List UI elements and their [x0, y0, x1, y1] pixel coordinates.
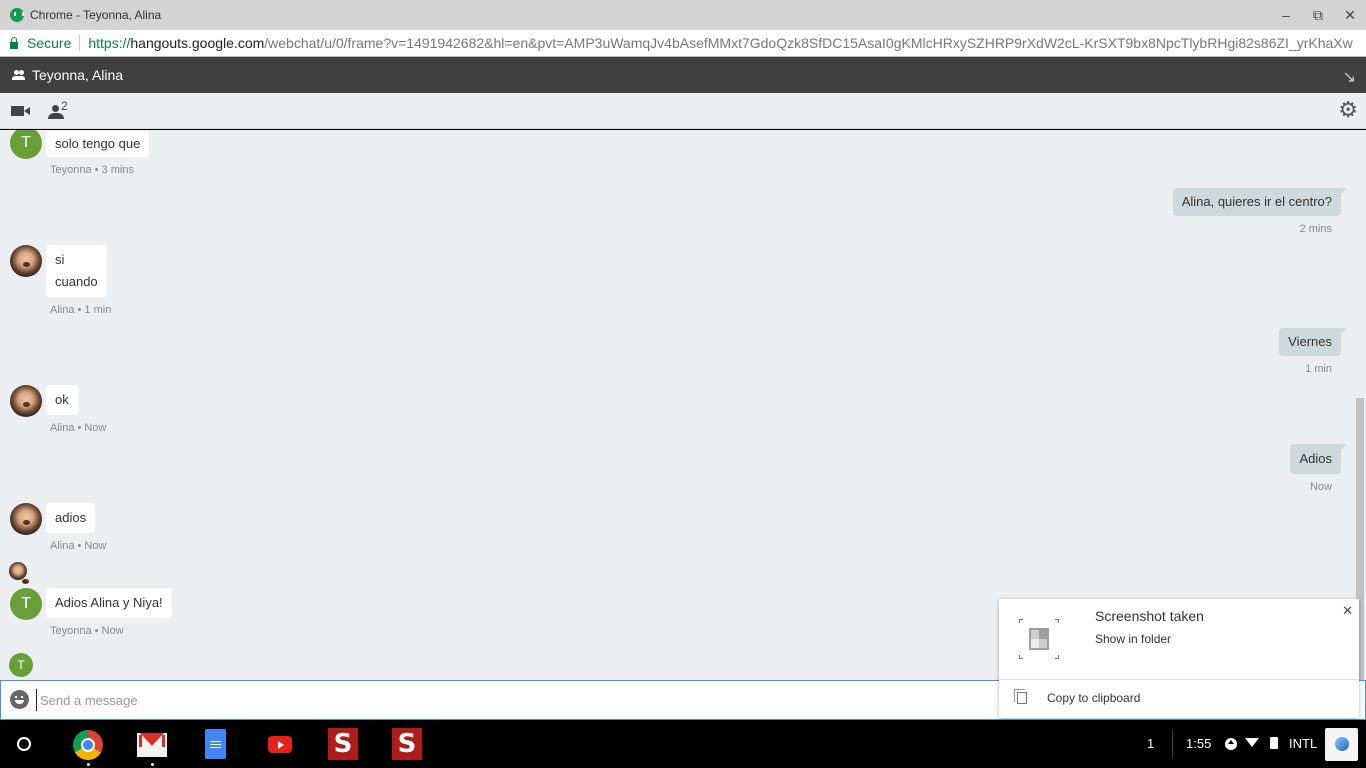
copy-to-clipboard-label: Copy to clipboard: [1047, 691, 1141, 705]
screenshot-notification: Screenshot taken Show in folder ✕ Copy t…: [999, 599, 1359, 718]
video-call-icon[interactable]: [11, 106, 30, 116]
message-bubble: Adios Alina y Niya!: [46, 588, 172, 618]
screenshot-icon: [1019, 619, 1059, 659]
typing-avatar-teyonna: T: [9, 653, 33, 677]
clock[interactable]: 1:55: [1186, 736, 1211, 751]
window-controls: ‒ ⧉ ✕: [1270, 0, 1366, 30]
message-bubble: solo tengo que: [46, 131, 150, 157]
copy-icon: [1014, 689, 1027, 704]
battery-icon[interactable]: [1270, 737, 1278, 749]
message-bubble: Alina, quieres ir el centro?: [1172, 188, 1348, 216]
window-title: Chrome - Teyonna, Alina: [30, 8, 162, 22]
s-app-icon[interactable]: S: [328, 728, 358, 760]
message-meta: Alina • Now: [50, 422, 107, 434]
message-meta: Alina • Now: [50, 540, 107, 552]
divider: [1172, 730, 1173, 758]
desk-indicator[interactable]: 1: [1147, 736, 1154, 751]
running-indicator: [87, 763, 90, 766]
launcher-icon[interactable]: [17, 737, 31, 751]
message-bubble: si cuando: [46, 245, 107, 297]
input-method[interactable]: INTL: [1289, 736, 1317, 751]
chrome-icon[interactable]: [73, 730, 103, 766]
message-meta: Alina • 1 min: [50, 304, 112, 316]
message-text: cuando: [55, 274, 98, 289]
url-host: hangouts.google.com: [130, 35, 265, 51]
conversation-toolbar: 2 ⚙: [0, 93, 1366, 129]
url-scheme: https://: [88, 35, 131, 51]
emoji-icon[interactable]: [10, 690, 29, 709]
message-text: Adios: [1299, 451, 1332, 466]
message-text: Alina, quieres ir el centro?: [1181, 194, 1332, 209]
address-bar[interactable]: Secure https://hangouts.google.com/webch…: [0, 30, 1366, 57]
gear-icon[interactable]: ⚙: [1338, 99, 1358, 121]
url-path: /webchat/u/0/frame?v=1491942682&hl=en&pv…: [264, 35, 1353, 51]
message-text: Viernes: [1288, 334, 1332, 349]
avatar-alina[interactable]: [10, 385, 42, 417]
gmail-icon[interactable]: [137, 733, 167, 766]
message-meta: Now: [1309, 481, 1332, 493]
notification-title: Screenshot taken: [1095, 608, 1204, 624]
url-text[interactable]: https://hangouts.google.com/webchat/u/0/…: [88, 35, 1352, 51]
close-notification-icon[interactable]: ✕: [1342, 603, 1353, 619]
wifi-icon[interactable]: [1245, 738, 1259, 747]
message-text: adios: [55, 510, 87, 525]
message-bubble: ok: [46, 385, 78, 415]
message-text: si: [55, 252, 65, 267]
divider: [79, 35, 81, 51]
message-text: ok: [55, 392, 69, 407]
upload-icon[interactable]: [1225, 738, 1237, 750]
message-meta: 1 min: [1305, 363, 1332, 375]
participant-count: 2: [61, 99, 68, 113]
avatar-alina[interactable]: [10, 503, 42, 535]
message-meta: Teyonna • 3 mins: [50, 164, 134, 176]
conversation-header: Teyonna, Alina ↘: [0, 57, 1366, 93]
minimize-button[interactable]: ‒: [1270, 7, 1302, 23]
running-indicator: [151, 763, 154, 766]
message-list: T solo tengo que Teyonna • 3 mins Alina,…: [0, 130, 1366, 680]
hangouts-icon: [10, 8, 24, 22]
conversation-title: Teyonna, Alina: [32, 67, 124, 83]
avatar-teyonna[interactable]: T: [10, 588, 42, 620]
message-text: Adios Alina y Niya!: [55, 595, 163, 610]
message-bubble: Adios: [1290, 444, 1347, 474]
lock-icon[interactable]: [10, 36, 18, 49]
message-bubble: adios: [46, 503, 96, 533]
shelf: S S 1 1:55 INTL: [0, 720, 1366, 768]
restore-button[interactable]: ⧉: [1302, 7, 1334, 24]
copy-to-clipboard-button[interactable]: Copy to clipboard: [999, 680, 1359, 718]
s-app-icon[interactable]: S: [392, 728, 422, 760]
avatar-alina[interactable]: [10, 245, 42, 277]
google-docs-icon[interactable]: [205, 729, 226, 759]
secure-label[interactable]: Secure: [27, 35, 71, 51]
pop-in-icon[interactable]: ↘: [1343, 67, 1356, 87]
group-icon: [12, 70, 26, 80]
user-avatar[interactable]: [1325, 728, 1358, 761]
message-text: solo tengo que: [55, 136, 141, 151]
youtube-icon[interactable]: [268, 736, 292, 753]
read-receipt-avatar-alina: [9, 562, 29, 584]
message-bubble: Viernes: [1279, 328, 1347, 356]
avatar-teyonna[interactable]: T: [10, 130, 42, 159]
close-window-button[interactable]: ✕: [1334, 7, 1366, 24]
message-input[interactable]: [36, 689, 936, 711]
window-titlebar: Chrome - Teyonna, Alina ‒ ⧉ ✕: [0, 0, 1366, 30]
message-meta: Teyonna • Now: [50, 625, 124, 637]
show-in-folder-button[interactable]: Show in folder: [1095, 632, 1171, 646]
message-meta: 2 mins: [1299, 223, 1332, 235]
